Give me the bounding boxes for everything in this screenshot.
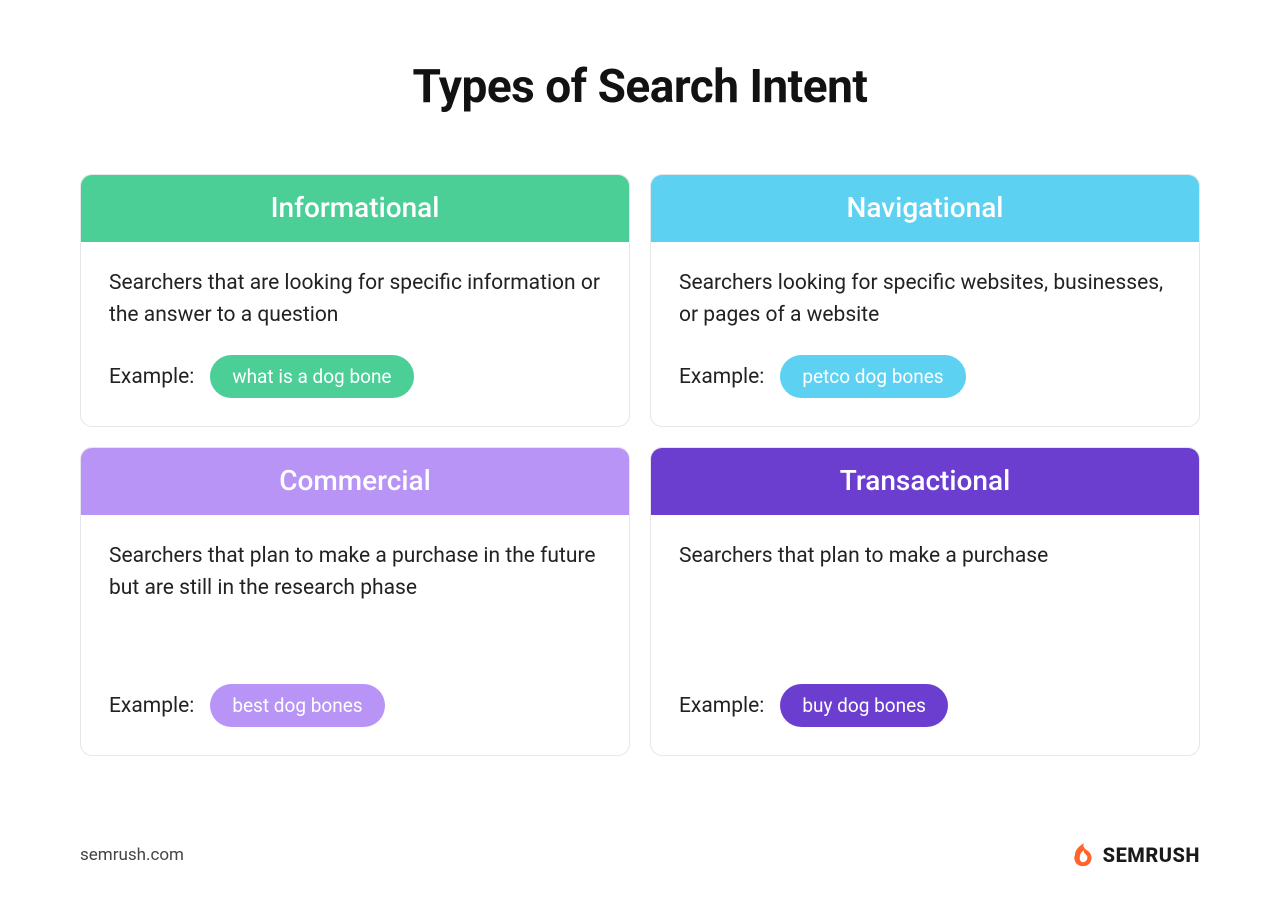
example-row: Example: what is a dog bone: [109, 355, 601, 398]
cards-grid: Informational Searchers that are looking…: [80, 174, 1200, 756]
example-row: Example: petco dog bones: [679, 355, 1171, 398]
card-header: Informational: [81, 175, 629, 242]
card-navigational: Navigational Searchers looking for speci…: [650, 174, 1200, 427]
card-informational: Informational Searchers that are looking…: [80, 174, 630, 427]
page-title: Types of Search Intent: [80, 60, 1200, 114]
brand-name: SEMRUSH: [1103, 843, 1200, 867]
card-description: Searchers that plan to make a purchase: [679, 541, 1171, 660]
example-row: Example: buy dog bones: [679, 684, 1171, 727]
example-pill: buy dog bones: [780, 684, 948, 727]
example-pill: what is a dog bone: [210, 355, 413, 398]
infographic-container: Types of Search Intent Informational Sea…: [0, 0, 1280, 796]
footer: semrush.com SEMRUSH: [80, 842, 1200, 868]
footer-domain: semrush.com: [80, 845, 184, 865]
card-description: Searchers looking for specific websites,…: [679, 268, 1171, 331]
card-header: Navigational: [651, 175, 1199, 242]
brand-logo: SEMRUSH: [1069, 842, 1200, 868]
card-header: Commercial: [81, 448, 629, 515]
card-body: Searchers looking for specific websites,…: [651, 242, 1199, 426]
card-body: Searchers that are looking for specific …: [81, 242, 629, 426]
example-pill: best dog bones: [210, 684, 384, 727]
example-pill: petco dog bones: [780, 355, 965, 398]
example-label: Example:: [109, 694, 194, 718]
card-description: Searchers that plan to make a purchase i…: [109, 541, 601, 660]
card-body: Searchers that plan to make a purchase E…: [651, 515, 1199, 755]
flame-icon: [1069, 842, 1095, 868]
card-body: Searchers that plan to make a purchase i…: [81, 515, 629, 755]
card-header: Transactional: [651, 448, 1199, 515]
example-row: Example: best dog bones: [109, 684, 601, 727]
example-label: Example:: [679, 694, 764, 718]
example-label: Example:: [679, 365, 764, 389]
card-description: Searchers that are looking for specific …: [109, 268, 601, 331]
example-label: Example:: [109, 365, 194, 389]
card-transactional: Transactional Searchers that plan to mak…: [650, 447, 1200, 756]
card-commercial: Commercial Searchers that plan to make a…: [80, 447, 630, 756]
